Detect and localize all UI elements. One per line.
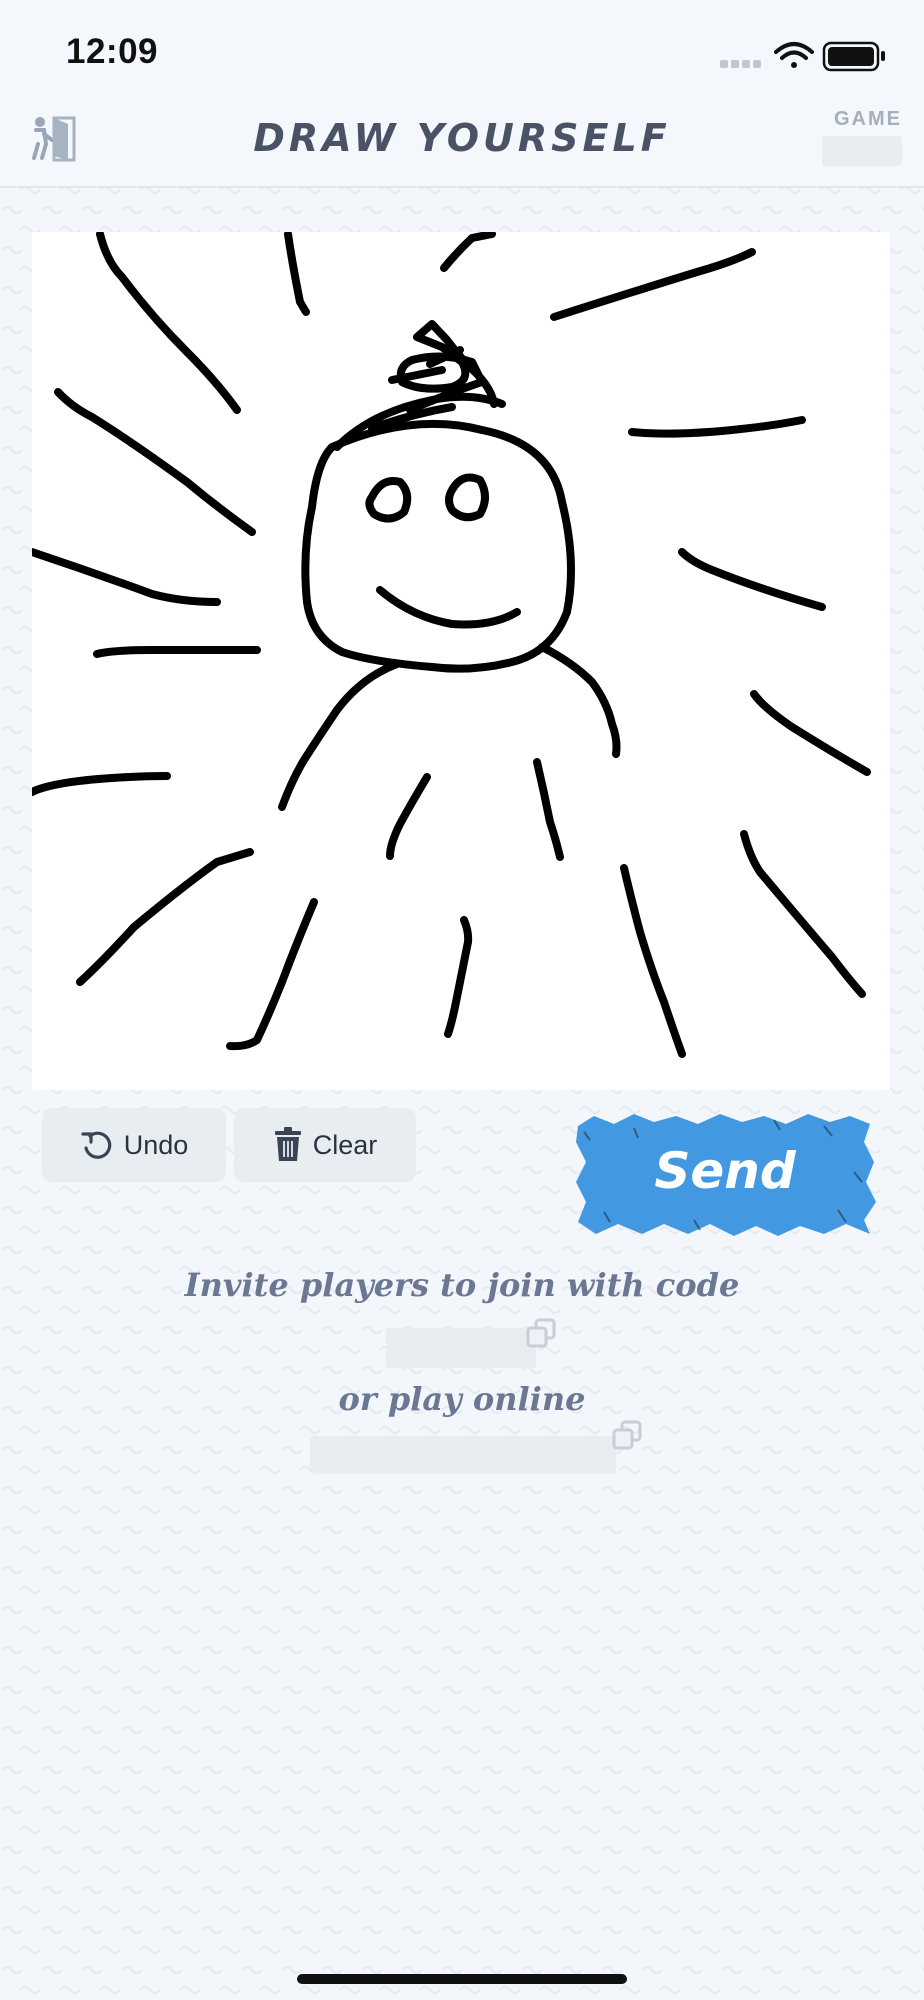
send-button[interactable]: Send — [574, 1112, 876, 1236]
status-bar: 12:09 — [0, 0, 924, 100]
join-code-redacted — [386, 1328, 536, 1368]
battery-icon — [822, 41, 885, 72]
drawing-canvas[interactable] — [32, 232, 890, 1090]
or-text: or play online — [338, 1380, 586, 1418]
self-portrait-drawing — [32, 232, 871, 1058]
clear-label: Clear — [312, 1129, 378, 1160]
status-time: 12:09 — [66, 32, 159, 71]
home-indicator — [297, 1974, 627, 1984]
invite-text: Invite players to join with code — [184, 1266, 740, 1304]
undo-icon — [81, 1131, 111, 1159]
undo-button[interactable]: Undo — [42, 1108, 226, 1182]
game-label: GAME — [834, 108, 902, 130]
status-icons — [720, 41, 885, 72]
page-title: DRAW YOURSELF — [253, 116, 671, 160]
nav-bar: DRAW YOURSELF GAME — [0, 100, 924, 188]
copy-icon[interactable] — [526, 1318, 556, 1348]
signal-icon — [720, 60, 761, 68]
game-code-redacted — [822, 136, 902, 166]
wifi-icon — [774, 42, 814, 68]
send-label: Send — [654, 1142, 796, 1200]
undo-label: Undo — [123, 1129, 189, 1160]
trash-icon — [274, 1127, 301, 1161]
copy-icon[interactable] — [612, 1420, 642, 1450]
online-link-redacted[interactable] — [310, 1436, 616, 1474]
clear-button[interactable]: Clear — [234, 1108, 416, 1182]
